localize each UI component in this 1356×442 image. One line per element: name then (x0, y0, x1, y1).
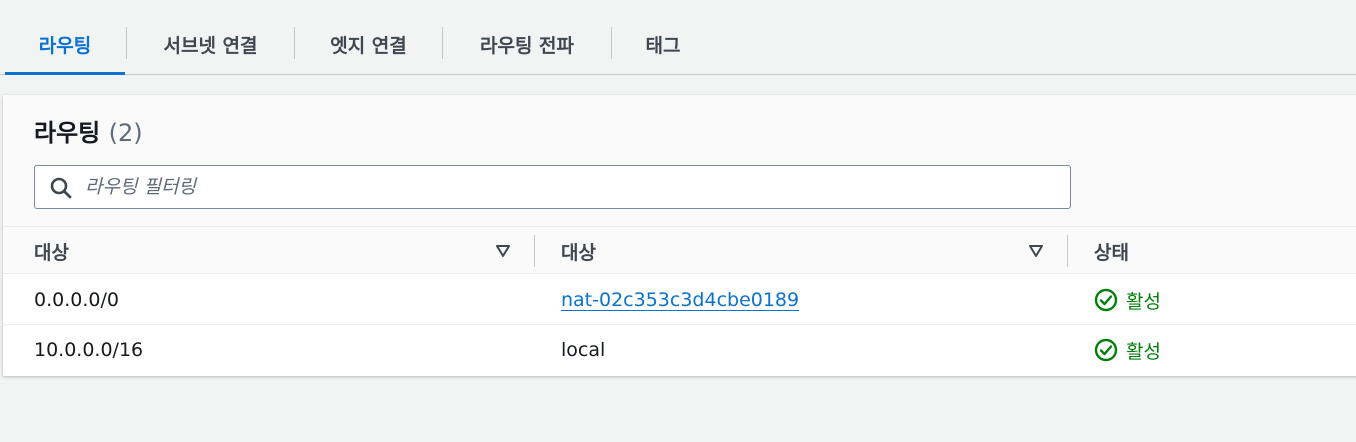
status-cell: 활성 (1094, 275, 1161, 325)
tab-subnet-associations[interactable]: 서브넷 연결 (127, 14, 294, 74)
target-link[interactable]: nat-02c353c3d4cbe0189 (561, 289, 799, 311)
target-cell: local (561, 339, 606, 361)
tab-routes[interactable]: 라우팅 (5, 14, 125, 75)
sort-caret-down-icon[interactable] (495, 243, 511, 259)
panel-header: 라우팅 (2) (3, 95, 1356, 226)
destination-cell: 0.0.0.0/0 (34, 289, 119, 311)
tab-edge-associations[interactable]: 엣지 연결 (295, 14, 442, 74)
check-circle-icon (1094, 338, 1118, 362)
target-cell: nat-02c353c3d4cbe0189 (561, 275, 799, 325)
sort-caret-down-icon[interactable] (1028, 243, 1044, 259)
tab-bar: 라우팅 서브넷 연결 엣지 연결 라우팅 전파 태그 (0, 0, 1356, 75)
panel-title-text: 라우팅 (34, 119, 101, 147)
routes-count: (2) (108, 119, 143, 147)
destination-cell: 10.0.0.0/16 (34, 339, 144, 361)
check-circle-icon (1094, 288, 1118, 312)
search-icon (50, 177, 72, 199)
tab-tags[interactable]: 태그 (612, 14, 714, 74)
table-row: 0.0.0.0/0 nat-02c353c3d4cbe0189 활성 (3, 275, 1356, 325)
route-filter[interactable] (34, 165, 1071, 209)
column-header-destination[interactable]: 대상 (34, 227, 69, 275)
tab-route-propagation[interactable]: 라우팅 전파 (443, 14, 611, 74)
status-cell: 활성 (1094, 325, 1161, 375)
status-text: 활성 (1126, 340, 1161, 363)
column-resizer[interactable] (1067, 235, 1068, 267)
page-title: 라우팅 (2) (34, 113, 143, 148)
routes-panel: 라우팅 (2) 대상 대상 상태 0.0.0.0/0 nat-02c353c3d… (3, 95, 1356, 376)
status-text: 활성 (1126, 290, 1161, 313)
column-resizer[interactable] (534, 235, 535, 267)
table-header: 대상 대상 상태 (3, 226, 1356, 274)
table-row: 10.0.0.0/16 local 활성 (3, 325, 1356, 375)
column-header-target[interactable]: 대상 (561, 227, 596, 275)
column-header-status[interactable]: 상태 (1094, 227, 1129, 275)
search-input[interactable] (85, 166, 1055, 208)
